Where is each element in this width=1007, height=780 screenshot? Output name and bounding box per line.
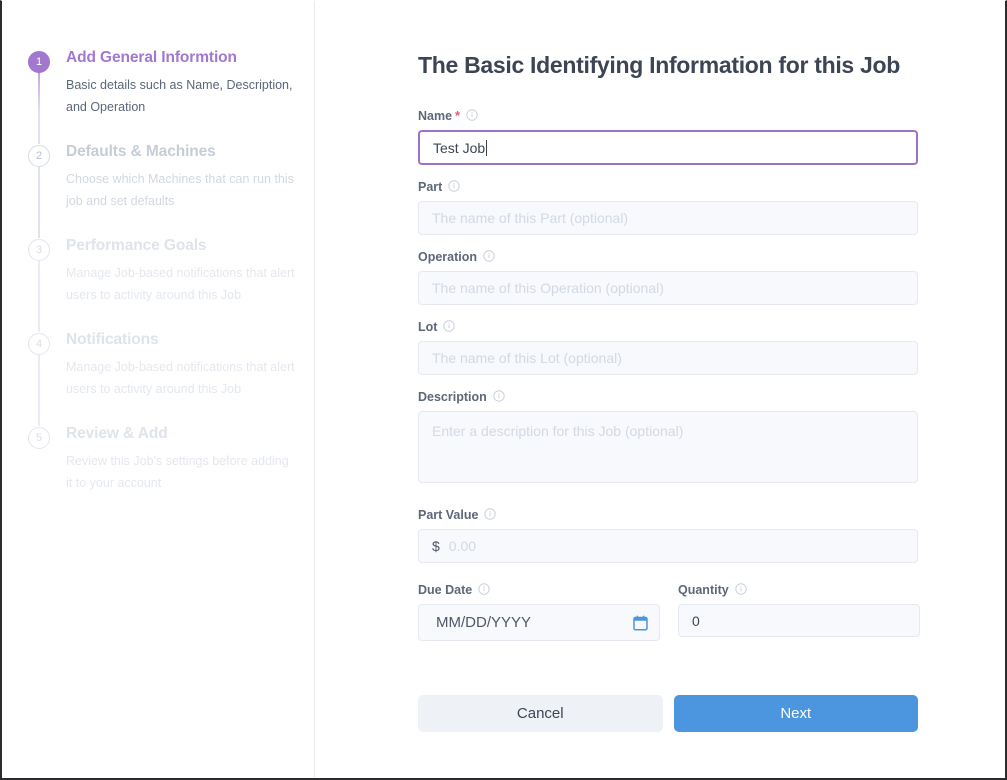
currency-row: $ 0.00 [432, 538, 476, 554]
part-input[interactable]: The name of this Part (optional) [418, 201, 918, 235]
field-part: Part The name of this Part (optional) [418, 180, 918, 235]
next-button[interactable]: Next [673, 695, 918, 732]
operation-input-placeholder: The name of this Operation (optional) [432, 280, 664, 296]
operation-input[interactable]: The name of this Operation (optional) [418, 271, 918, 305]
label-part: Part [418, 180, 918, 194]
page-title: The Basic Identifying Information for th… [418, 52, 901, 78]
label-quantity: Quantity [678, 583, 920, 597]
label-part-text: Part [418, 180, 443, 194]
description-textarea[interactable]: Enter a description for this Job (option… [418, 411, 918, 483]
form-actions: Cancel Next [418, 695, 918, 732]
required-asterisk: * [455, 108, 461, 123]
field-description: Description Enter a description for this… [418, 390, 918, 483]
label-lot-text: Lot [418, 320, 438, 334]
step-description-3: Manage Job-based notifications that aler… [66, 266, 295, 302]
info-circle-icon[interactable] [466, 109, 478, 121]
label-operation: Operation [418, 250, 918, 264]
label-quantity-text: Quantity [678, 583, 729, 597]
info-circle-icon[interactable] [493, 390, 505, 402]
part-input-placeholder: The name of this Part (optional) [432, 210, 629, 226]
date-quantity-row: Due Date MM/DD/YYYY Quantity 0 [418, 583, 920, 641]
due-date-input[interactable]: MM/DD/YYYY [418, 604, 660, 641]
label-part-value-text: Part Value [418, 508, 479, 522]
lot-input[interactable]: The name of this Lot (optional) [418, 341, 918, 375]
name-input[interactable]: Test Job [418, 130, 918, 165]
step-connector-line [38, 354, 40, 426]
step-description-4: Manage Job-based notifications that aler… [66, 360, 295, 396]
label-description-text: Description [418, 390, 487, 404]
info-circle-icon[interactable] [735, 583, 747, 595]
due-date-value: MM/DD/YYYY [436, 614, 532, 631]
quantity-value: 0 [692, 612, 700, 629]
job-wizard-app: 1 Add General Informtion Basic details s… [2, 1, 1005, 778]
field-part-value: Part Value $ 0.00 [418, 508, 918, 563]
info-circle-icon[interactable] [478, 583, 490, 595]
wizard-step-sidebar: 1 Add General Informtion Basic details s… [2, 1, 315, 778]
step-title-5: Review & Add [66, 425, 168, 442]
label-operation-text: Operation [418, 250, 478, 264]
label-description: Description [418, 390, 918, 404]
cancel-button[interactable]: Cancel [418, 695, 663, 732]
main-content: The Basic Identifying Information for th… [315, 1, 1005, 778]
info-circle-icon[interactable] [443, 320, 456, 332]
quantity-input[interactable]: 0 [678, 604, 920, 637]
field-operation: Operation The name of this Operation (op… [418, 250, 918, 305]
step-description-2: Choose which Machines that can run this … [66, 172, 294, 208]
sidebar-step-1[interactable]: 1 Add General Informtion Basic details s… [2, 48, 314, 144]
currency-symbol: $ [432, 538, 440, 554]
step-title-4: Notifications [66, 331, 159, 348]
step-number-badge-3: 3 [28, 239, 50, 261]
sidebar-step-5[interactable]: 5 Review & Add Review this Job's setting… [2, 424, 314, 494]
label-part-value: Part Value [418, 508, 918, 522]
lot-input-placeholder: The name of this Lot (optional) [432, 350, 622, 366]
step-title-2: Defaults & Machines [66, 143, 216, 160]
description-placeholder: Enter a description for this Job (option… [432, 423, 684, 439]
text-cursor [486, 139, 488, 156]
sidebar-step-4[interactable]: 4 Notifications Manage Job-based notific… [2, 330, 314, 426]
field-name: Name * Test Job [418, 109, 918, 165]
label-lot: Lot [418, 320, 918, 334]
job-general-form: The Basic Identifying Information for th… [418, 1, 920, 732]
step-description-1: Basic details such as Name, Description,… [66, 78, 293, 114]
step-connector-line [38, 72, 40, 144]
step-description-5: Review this Job's settings before adding… [66, 454, 289, 490]
part-value-input[interactable]: $ 0.00 [418, 529, 918, 563]
step-connector-line [38, 260, 40, 332]
name-input-value: Test Job [433, 139, 486, 156]
sidebar-step-3[interactable]: 3 Performance Goals Manage Job-based not… [2, 236, 314, 332]
calendar-icon[interactable] [633, 615, 648, 631]
step-number-badge-5: 5 [28, 427, 50, 449]
step-number-badge-1: 1 [28, 51, 50, 73]
step-title-3: Performance Goals [66, 237, 207, 254]
sidebar-step-2[interactable]: 2 Defaults & Machines Choose which Machi… [2, 142, 314, 238]
step-title-1: Add General Informtion [66, 49, 237, 66]
part-value-placeholder: 0.00 [448, 538, 477, 554]
label-name-text: Name [418, 109, 453, 123]
step-connector-line [38, 166, 40, 238]
field-quantity: Quantity 0 [678, 583, 920, 641]
label-due-date: Due Date [418, 583, 660, 597]
step-number-badge-4: 4 [28, 333, 50, 355]
label-name: Name * [418, 109, 918, 123]
step-number-badge-2: 2 [28, 145, 50, 167]
info-circle-icon[interactable] [448, 180, 461, 192]
field-due-date: Due Date MM/DD/YYYY [418, 583, 660, 641]
info-circle-icon[interactable] [483, 250, 495, 262]
label-due-date-text: Due Date [418, 583, 473, 597]
info-circle-icon[interactable] [484, 508, 497, 520]
field-lot: Lot The name of this Lot (optional) [418, 320, 918, 375]
browser-window-frame: 1 Add General Informtion Basic details s… [0, 0, 1007, 780]
